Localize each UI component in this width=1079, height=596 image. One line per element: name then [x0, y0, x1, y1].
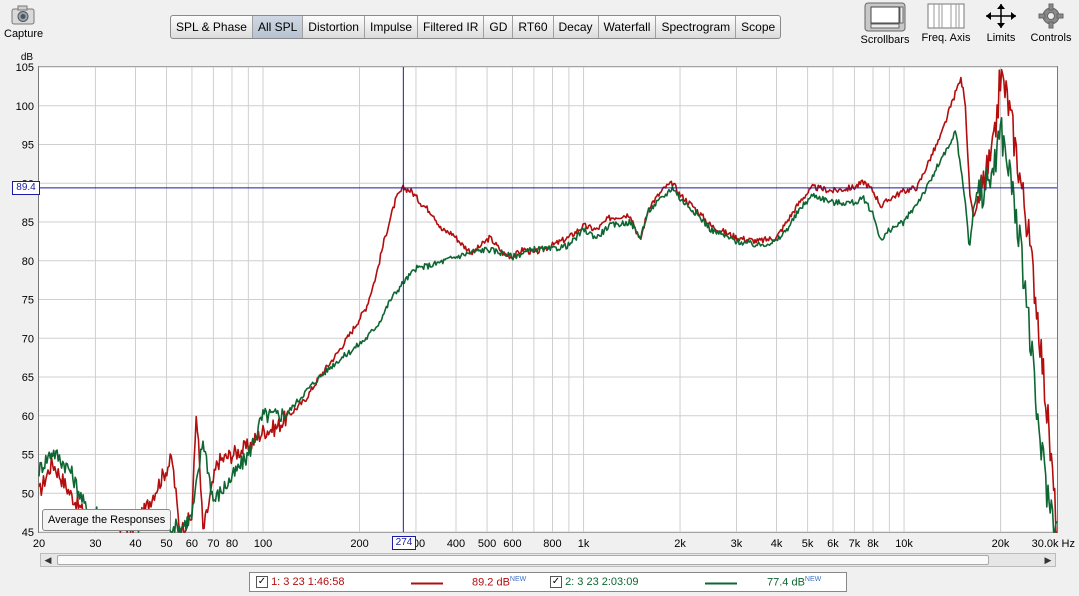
- x-tick-label: 7k: [849, 538, 861, 550]
- legend-checkbox-2[interactable]: ✓: [550, 576, 562, 589]
- x-tick-label: 800: [543, 538, 561, 550]
- x-tick-label: 60: [186, 538, 198, 550]
- legend-checkbox-1[interactable]: ✓: [256, 576, 268, 589]
- x-tick-label: 30: [89, 538, 101, 550]
- x-tick-label: 20k: [992, 538, 1010, 550]
- y-axis-label: dB: [21, 52, 34, 63]
- y-tick-label: 85: [22, 217, 34, 229]
- x-tick-label: 1k: [578, 538, 590, 550]
- y-tick-label: 105: [16, 62, 34, 74]
- legend-label-2: 2: 3 23 2:03:09: [565, 576, 639, 588]
- y-tick-label: 65: [22, 372, 34, 384]
- legend-value-1: 89.2 dB: [472, 576, 510, 589]
- x-tick-labels: 203040506070801002003004005006008001k2k3…: [33, 538, 1075, 550]
- x-tick-label: 600: [503, 538, 521, 550]
- x-tick-label: 5k: [802, 538, 814, 550]
- x-tick-label: 30.0k Hz: [1032, 538, 1075, 550]
- x-tick-label: 6k: [827, 538, 839, 550]
- x-tick-label: 400: [447, 538, 465, 550]
- x-tick-label: 10k: [895, 538, 913, 550]
- legend-value-2-wrap: 77.4 dBNEW: [767, 576, 821, 589]
- legend-value-2: 77.4 dB: [767, 576, 805, 589]
- x-tick-label: 20: [33, 538, 45, 550]
- legend-label-1: 1: 3 23 1:46:58: [271, 576, 345, 588]
- average-responses-button[interactable]: Average the Responses: [42, 509, 172, 531]
- x-tick-label: 4k: [771, 538, 783, 550]
- legend-value-1-wrap: 89.2 dBNEW: [472, 576, 526, 589]
- scroll-thumb[interactable]: [57, 555, 989, 565]
- x-tick-label: 200: [350, 538, 368, 550]
- new-tag-2: NEW: [804, 576, 822, 583]
- x-tick-label: 100: [254, 538, 272, 550]
- horizontal-scrollbar[interactable]: ◀ ▶: [40, 553, 1056, 567]
- legend-item-1[interactable]: ✓ 1: 3 23 1:46:58: [256, 576, 345, 589]
- legend-line-1: [411, 582, 443, 585]
- x-tick-label: 70: [207, 538, 219, 550]
- legend-line-2: [705, 582, 737, 585]
- scroll-right-icon[interactable]: ▶: [1041, 554, 1055, 566]
- x-tick-label: 500: [478, 538, 496, 550]
- y-tick-label: 50: [22, 488, 34, 500]
- x-tick-label: 40: [129, 538, 141, 550]
- y-tick-label: 55: [22, 450, 34, 462]
- x-tick-label: 50: [160, 538, 172, 550]
- legend-item-2[interactable]: ✓ 2: 3 23 2:03:09: [550, 576, 639, 589]
- cursor-x-readout: 274: [392, 536, 416, 550]
- cursor-y-readout: 89.4: [12, 181, 40, 195]
- y-tick-label: 100: [16, 101, 34, 113]
- x-tick-label: 80: [226, 538, 238, 550]
- new-tag-1: NEW: [509, 576, 527, 583]
- y-tick-label: 75: [22, 295, 34, 307]
- y-tick-label: 80: [22, 256, 34, 268]
- y-tick-label: 60: [22, 411, 34, 423]
- y-tick-label: 95: [22, 140, 34, 152]
- x-tick-label: 8k: [867, 538, 879, 550]
- y-tick-labels: 1051009590858075706560555045: [16, 62, 34, 539]
- measurement-legend: ✓ 1: 3 23 1:46:58 89.2 dBNEW ✓ 2: 3 23 2…: [249, 572, 847, 592]
- scroll-left-icon[interactable]: ◀: [41, 554, 55, 566]
- x-tick-label: 3k: [731, 538, 743, 550]
- y-tick-label: 70: [22, 333, 34, 345]
- x-tick-label: 2k: [674, 538, 686, 550]
- spl-chart: 1051009590858075706560555045 20304050607…: [16, 52, 1075, 550]
